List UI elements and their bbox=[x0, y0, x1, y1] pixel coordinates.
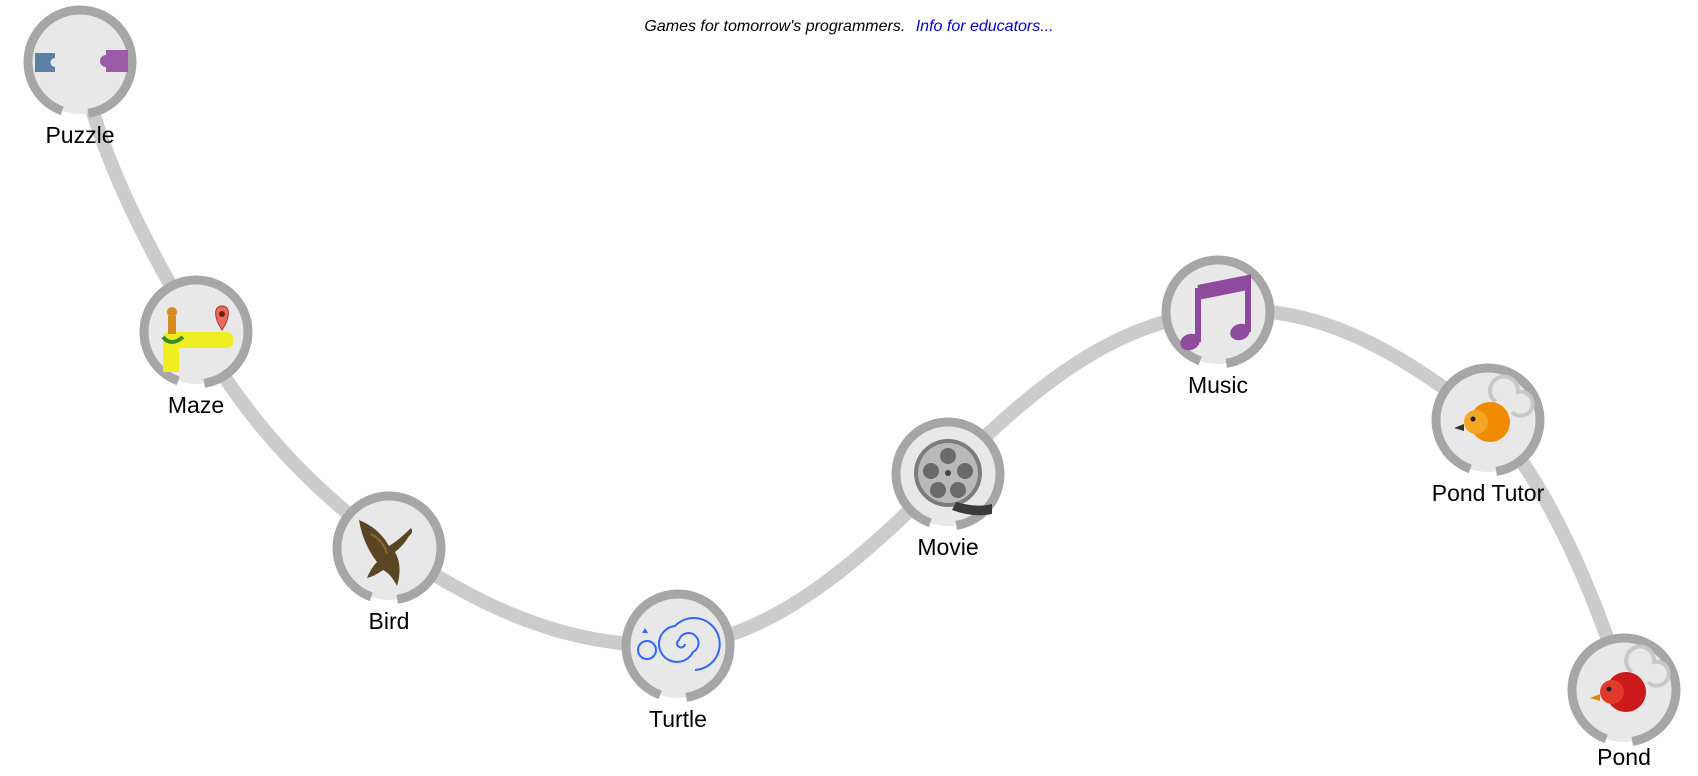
educators-link[interactable]: Info for educators... bbox=[916, 18, 1054, 35]
game-music[interactable]: Music bbox=[1143, 254, 1293, 398]
game-label: Puzzle bbox=[45, 122, 115, 148]
game-label: Maze bbox=[167, 392, 225, 418]
game-puzzle[interactable]: Puzzle bbox=[5, 4, 155, 148]
game-label: Turtle bbox=[649, 706, 707, 732]
game-turtle[interactable]: Turtle bbox=[603, 588, 753, 732]
game-maze[interactable]: Maze bbox=[121, 274, 271, 418]
bird-icon bbox=[332, 491, 446, 605]
game-label: Pond Tutor bbox=[1431, 480, 1545, 506]
maze-icon bbox=[139, 275, 253, 389]
game-label: Movie bbox=[917, 534, 979, 560]
game-pond-tutor[interactable]: Pond Tutor bbox=[1413, 362, 1563, 506]
game-movie[interactable]: Movie bbox=[873, 416, 1023, 560]
game-bird[interactable]: Bird bbox=[314, 490, 464, 634]
game-label: Bird bbox=[368, 608, 410, 634]
music-note-icon bbox=[1161, 255, 1275, 369]
puzzle-icon bbox=[23, 5, 137, 119]
turtle-spiral-icon bbox=[621, 589, 735, 703]
header-bar: Games for tomorrow's programmers. Info f… bbox=[0, 18, 1698, 36]
orange-duck-icon bbox=[1431, 363, 1545, 477]
game-label: Pond bbox=[1597, 744, 1651, 770]
tagline: Games for tomorrow's programmers. bbox=[644, 18, 906, 35]
red-duck-icon bbox=[1567, 633, 1681, 747]
film-reel-icon bbox=[891, 417, 1005, 531]
game-pond[interactable]: Pond bbox=[1549, 632, 1698, 776]
game-label: Music bbox=[1187, 372, 1249, 398]
